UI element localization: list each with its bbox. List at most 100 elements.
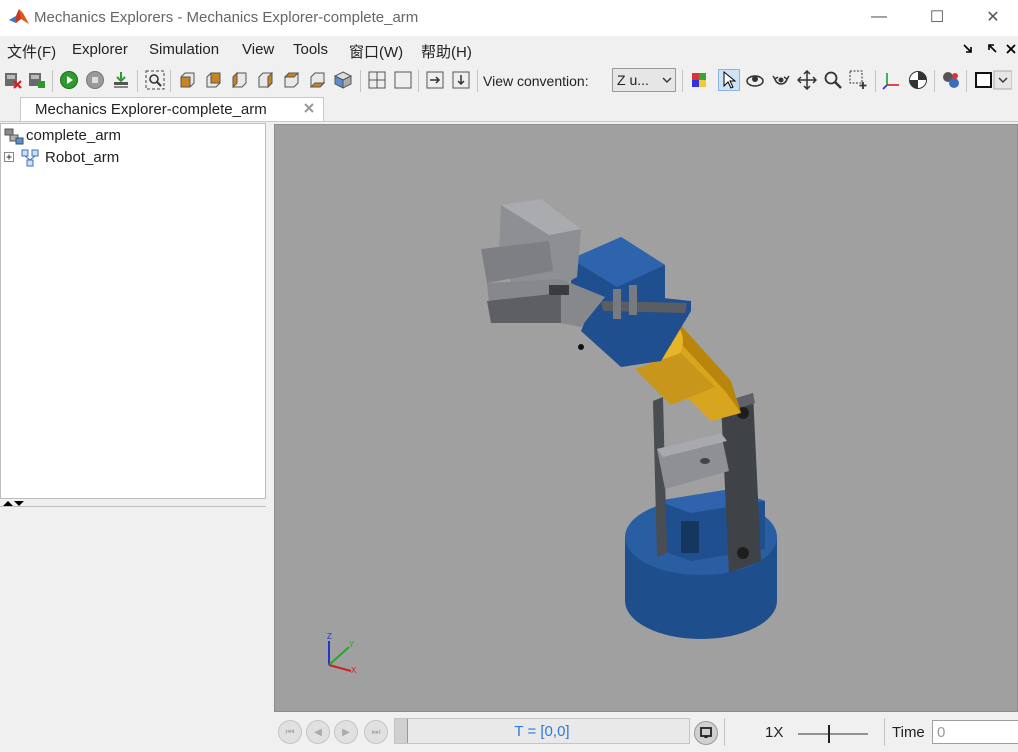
save-results-button[interactable] (26, 69, 48, 91)
view-bottom-button[interactable] (306, 69, 328, 91)
model-tree-panel: complete_arm Robot_arm (0, 123, 266, 499)
connections-button[interactable] (940, 69, 962, 91)
stop-icon (86, 71, 104, 89)
triad-z-label: Z (327, 632, 332, 641)
expand-plus-icon[interactable] (4, 152, 15, 163)
subsystem-icon (21, 149, 39, 167)
pan-arrows-icon (797, 70, 817, 90)
chevron-down-icon (662, 77, 672, 83)
zoom-tool-button[interactable] (822, 69, 844, 91)
skip-to-end-button[interactable]: ⏭ (364, 720, 388, 744)
triad-y-label: Y (349, 640, 355, 649)
menu-tools[interactable]: Tools (293, 41, 328, 58)
color-button[interactable] (688, 69, 710, 91)
tab-close-icon[interactable] (303, 102, 315, 114)
arrow-down-box-icon (452, 71, 470, 89)
step-back-button[interactable]: ◀ (306, 720, 330, 744)
view-convention-select[interactable]: Z u... (612, 68, 676, 92)
3d-viewport[interactable]: Z Y X (274, 124, 1018, 712)
select-tool-button[interactable] (718, 69, 740, 91)
zoom-box-icon (849, 70, 867, 89)
axes-triad-icon (882, 73, 899, 90)
close-button[interactable]: ✕ (964, 0, 1018, 34)
speed-slider[interactable] (798, 722, 868, 744)
play-icon (60, 71, 78, 89)
minimize-button[interactable]: — (850, 0, 908, 34)
menu-simulation[interactable]: Simulation (149, 41, 219, 58)
time-input[interactable]: 0 (932, 720, 1018, 744)
menu-explorer[interactable]: Explorer (72, 41, 128, 58)
center-of-mass-button[interactable] (907, 69, 929, 91)
cube-top-icon (283, 72, 300, 88)
four-view-button[interactable] (366, 69, 388, 91)
dock-arrow-icon[interactable] (963, 44, 973, 54)
cube-bottom-icon (309, 72, 326, 88)
minimize-icon: — (871, 8, 887, 25)
single-view-button[interactable] (392, 69, 414, 91)
menu-file[interactable]: 文件(F) (7, 41, 56, 62)
frames-button[interactable] (881, 69, 903, 91)
playback-speed: 1X (765, 724, 784, 741)
pan-tool-button[interactable] (796, 69, 818, 91)
rotate-3d-icon (746, 75, 764, 87)
tab-mechanics-explorer[interactable]: Mechanics Explorer-complete_arm (20, 97, 324, 121)
skip-back-icon: ⏮ (285, 726, 295, 738)
rotate-tool-button[interactable] (744, 69, 766, 91)
delete-results-button[interactable] (2, 69, 24, 91)
document-tab-strip: Mechanics Explorer-complete_arm (0, 97, 1018, 122)
zoom-fit-icon (145, 70, 165, 90)
tree-child-label: Robot_arm (45, 149, 120, 166)
view-right-button[interactable] (254, 69, 276, 91)
cube-front-icon (180, 72, 195, 88)
robot-arm-render: Z Y X (327, 199, 777, 675)
cursor-arrow-icon (723, 71, 737, 89)
loop-button[interactable] (694, 721, 718, 745)
view-front-button[interactable] (176, 69, 198, 91)
window-layout-icon (975, 70, 1012, 90)
fit-to-view-button[interactable] (144, 69, 166, 91)
layout-dropdown-button[interactable] (972, 69, 1012, 91)
close-panel-icon[interactable] (1006, 44, 1016, 54)
view-top-button[interactable] (280, 69, 302, 91)
load-button[interactable] (110, 69, 132, 91)
download-stack-icon (114, 72, 128, 88)
split-horizontal-button[interactable] (424, 69, 446, 91)
horizontal-splitter[interactable] (0, 500, 266, 508)
cube-left-icon (232, 71, 247, 89)
properties-panel (0, 508, 266, 752)
roll-tool-button[interactable] (770, 69, 792, 91)
undock-arrow-icon[interactable] (988, 44, 998, 54)
rewind-to-start-button[interactable]: ⏮ (278, 720, 302, 744)
view-isometric-button[interactable] (332, 69, 354, 91)
view-back-button[interactable] (202, 69, 224, 91)
cube-right-icon (258, 71, 273, 89)
roll-icon (772, 75, 790, 85)
split-vertical-button[interactable] (450, 69, 472, 91)
maximize-button[interactable]: ☐ (908, 0, 966, 34)
stop-button[interactable] (84, 69, 106, 91)
play-button[interactable]: ▶ (334, 720, 358, 744)
vertical-splitter[interactable] (266, 123, 274, 752)
view-left-button[interactable] (228, 69, 250, 91)
run-button[interactable] (58, 69, 80, 91)
cube-iso-icon (334, 71, 352, 89)
loop-icon (700, 727, 712, 738)
time-slider[interactable]: T = [0,0] (394, 718, 690, 744)
maximize-icon: ☐ (929, 9, 945, 26)
magnifier-icon (824, 71, 842, 89)
view-convention-label: View convention: (483, 73, 589, 89)
menu-help[interactable]: 帮助(H) (421, 41, 472, 62)
connections-icon (943, 72, 959, 88)
menu-view[interactable]: View (242, 41, 274, 58)
model-icon (4, 128, 24, 145)
delete-results-icon (5, 73, 22, 89)
tab-label: Mechanics Explorer-complete_arm (35, 101, 267, 118)
save-results-icon (29, 73, 45, 88)
zoom-box-button[interactable] (848, 69, 870, 91)
menu-window[interactable]: 窗口(W) (349, 41, 403, 62)
menu-bar: 文件(F) Explorer Simulation View Tools 窗口(… (0, 38, 1018, 62)
view-convention-value: Z u... (617, 72, 649, 88)
cube-back-icon (206, 72, 221, 88)
toolbar: View convention: Z u... (0, 65, 1018, 98)
single-pane-icon (394, 71, 412, 89)
